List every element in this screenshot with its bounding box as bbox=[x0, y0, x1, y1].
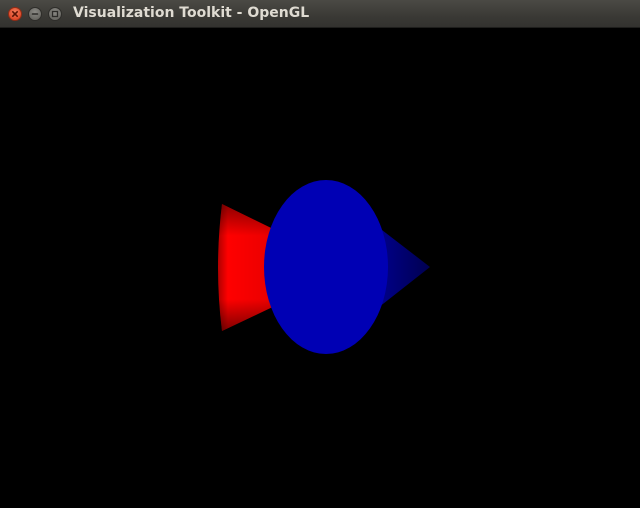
vtk-window: Visualization Toolkit - OpenGL bbox=[0, 0, 640, 508]
minimize-button[interactable] bbox=[28, 7, 42, 21]
window-titlebar[interactable]: Visualization Toolkit - OpenGL bbox=[0, 0, 640, 28]
close-button[interactable] bbox=[8, 7, 22, 21]
blue-disc bbox=[264, 180, 388, 354]
maximize-button[interactable] bbox=[48, 7, 62, 21]
close-icon bbox=[12, 11, 18, 17]
render-viewport[interactable] bbox=[0, 28, 640, 508]
minimize-icon bbox=[31, 13, 39, 15]
render-scene bbox=[218, 180, 430, 354]
maximize-icon bbox=[51, 10, 59, 18]
window-title: Visualization Toolkit - OpenGL bbox=[73, 5, 310, 21]
